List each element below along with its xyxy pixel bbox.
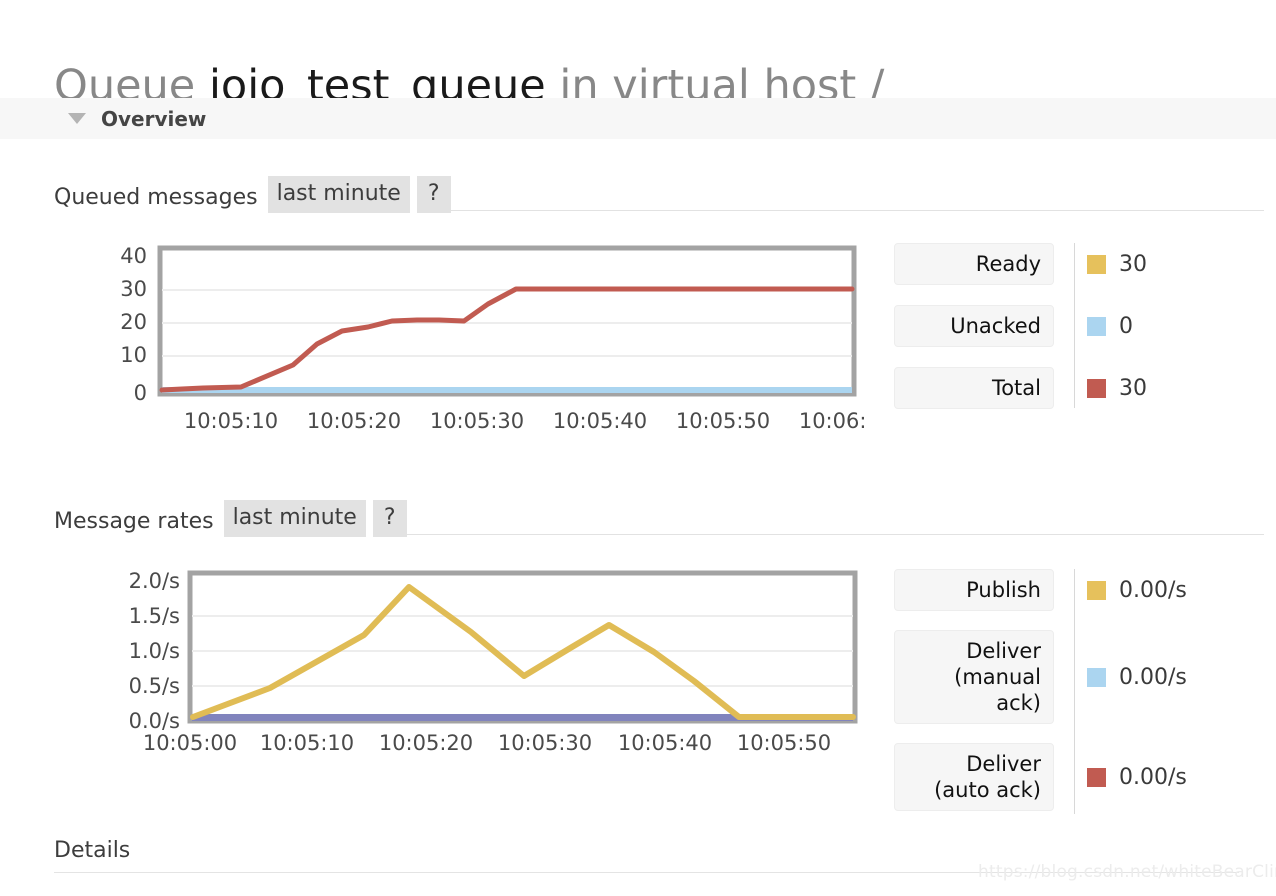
x-tick-5: 10:05:50 bbox=[737, 731, 831, 755]
legend-button-unacked[interactable]: Unacked bbox=[894, 305, 1054, 347]
message-rates-period-button[interactable]: last minute bbox=[223, 500, 366, 537]
y-tick-40: 40 bbox=[120, 244, 147, 268]
y-axis-ticks: 2.0/s 1.5/s 1.0/s 0.5/s 0.0/s bbox=[129, 569, 180, 733]
x-tick-1: 10:05:10 bbox=[260, 731, 354, 755]
legend-button-publish[interactable]: Publish bbox=[894, 569, 1054, 611]
queue-detail-page: Queue jojo_test_queue in virtual host / … bbox=[0, 0, 1276, 896]
legend-value-deliver-auto-ack: 0.00/s bbox=[1119, 764, 1187, 790]
details-section-title: Details bbox=[54, 838, 131, 863]
legend-swatch-unacked bbox=[1087, 316, 1106, 336]
legend-value-total: 30 bbox=[1119, 375, 1147, 401]
x-tick-3: 10:05:40 bbox=[553, 409, 647, 433]
message-rates-legend: Publish 0.00/s Deliver (manual ack) 0.00… bbox=[894, 569, 1187, 823]
legend-button-deliver-auto-ack[interactable]: Deliver (auto ack) bbox=[894, 743, 1054, 811]
queued-messages-legend-divider bbox=[1074, 243, 1075, 408]
legend-button-ready[interactable]: Ready bbox=[894, 243, 1054, 285]
x-tick-1: 10:05:20 bbox=[307, 409, 401, 433]
queued-messages-period-button[interactable]: last minute bbox=[267, 176, 410, 213]
overview-section-header[interactable]: Overview bbox=[0, 98, 1276, 139]
message-rates-chart: 2.0/s 1.5/s 1.0/s 0.5/s 0.0/s 10:05:00 1… bbox=[54, 562, 864, 760]
legend-swatch-deliver-auto-ack bbox=[1087, 767, 1106, 787]
legend-row: Unacked 0 bbox=[894, 305, 1147, 347]
plot-frame bbox=[187, 570, 858, 724]
legend-row: Deliver (auto ack) 0.00/s bbox=[894, 743, 1187, 811]
queued-messages-title: Queued messages bbox=[54, 185, 258, 210]
message-rates-header-rule bbox=[406, 534, 1264, 535]
x-tick-5: 10:06:00 bbox=[799, 409, 864, 433]
x-tick-3: 10:05:30 bbox=[498, 731, 592, 755]
y-tick-10: 10 bbox=[120, 343, 147, 367]
legend-row: Total 30 bbox=[894, 367, 1147, 409]
legend-value-ready: 30 bbox=[1119, 251, 1147, 277]
legend-button-total[interactable]: Total bbox=[894, 367, 1054, 409]
legend-row: Publish 0.00/s bbox=[894, 569, 1187, 611]
y-tick-2: 2.0/s bbox=[129, 569, 180, 593]
y-tick-0: 0 bbox=[134, 381, 147, 405]
message-rates-legend-divider bbox=[1074, 569, 1075, 814]
queued-messages-chart: 40 30 20 10 0 10:05:10 10:05:20 10:05:30… bbox=[54, 238, 864, 436]
message-rates-chart-svg: 2.0/s 1.5/s 1.0/s 0.5/s 0.0/s 10:05:00 1… bbox=[129, 569, 858, 755]
queued-messages-help-button[interactable]: ? bbox=[416, 176, 451, 213]
queued-messages-header: Queued messages last minute ? bbox=[54, 176, 1264, 213]
y-tick-20: 20 bbox=[120, 310, 147, 334]
y-tick-30: 30 bbox=[120, 277, 147, 301]
legend-row: Ready 30 bbox=[894, 243, 1147, 285]
y-tick-1: 1.0/s bbox=[129, 639, 180, 663]
message-rates-title: Message rates bbox=[54, 509, 214, 534]
x-tick-4: 10:05:50 bbox=[676, 409, 770, 433]
legend-button-deliver-manual-ack[interactable]: Deliver (manual ack) bbox=[894, 630, 1054, 724]
x-tick-2: 10:05:30 bbox=[430, 409, 524, 433]
legend-swatch-ready bbox=[1087, 254, 1106, 274]
y-tick-1.5: 1.5/s bbox=[129, 604, 180, 628]
y-tick-0: 0.0/s bbox=[129, 709, 180, 733]
legend-value-publish: 0.00/s bbox=[1119, 577, 1187, 603]
legend-swatch-total bbox=[1087, 378, 1106, 398]
legend-row: Deliver (manual ack) 0.00/s bbox=[894, 630, 1187, 724]
chevron-down-icon[interactable] bbox=[68, 113, 86, 124]
queued-messages-chart-svg: 40 30 20 10 0 10:05:10 10:05:20 10:05:30… bbox=[120, 244, 864, 433]
x-tick-4: 10:05:40 bbox=[618, 731, 712, 755]
x-axis-ticks: 10:05:10 10:05:20 10:05:30 10:05:40 10:0… bbox=[184, 409, 864, 433]
x-tick-0: 10:05:00 bbox=[143, 731, 237, 755]
plot-frame bbox=[157, 245, 857, 397]
legend-swatch-deliver-manual-ack bbox=[1087, 667, 1106, 687]
x-axis-ticks: 10:05:00 10:05:10 10:05:20 10:05:30 10:0… bbox=[143, 731, 831, 755]
message-rates-help-button[interactable]: ? bbox=[372, 500, 407, 537]
y-axis-ticks: 40 30 20 10 0 bbox=[120, 244, 147, 405]
x-tick-2: 10:05:20 bbox=[379, 731, 473, 755]
y-tick-0.5: 0.5/s bbox=[129, 674, 180, 698]
legend-swatch-publish bbox=[1087, 580, 1106, 600]
series-unacked bbox=[162, 387, 852, 393]
watermark: https://blog.csdn.net/whiteBearClimb bbox=[978, 862, 1276, 882]
message-rates-header: Message rates last minute ? bbox=[54, 500, 1264, 537]
legend-value-unacked: 0 bbox=[1119, 313, 1133, 339]
legend-value-deliver-manual-ack: 0.00/s bbox=[1119, 664, 1187, 690]
queued-messages-header-rule bbox=[450, 210, 1264, 211]
x-tick-0: 10:05:10 bbox=[184, 409, 278, 433]
queued-messages-legend: Ready 30 Unacked 0 Total 30 bbox=[894, 243, 1147, 421]
overview-section-label: Overview bbox=[101, 106, 207, 131]
